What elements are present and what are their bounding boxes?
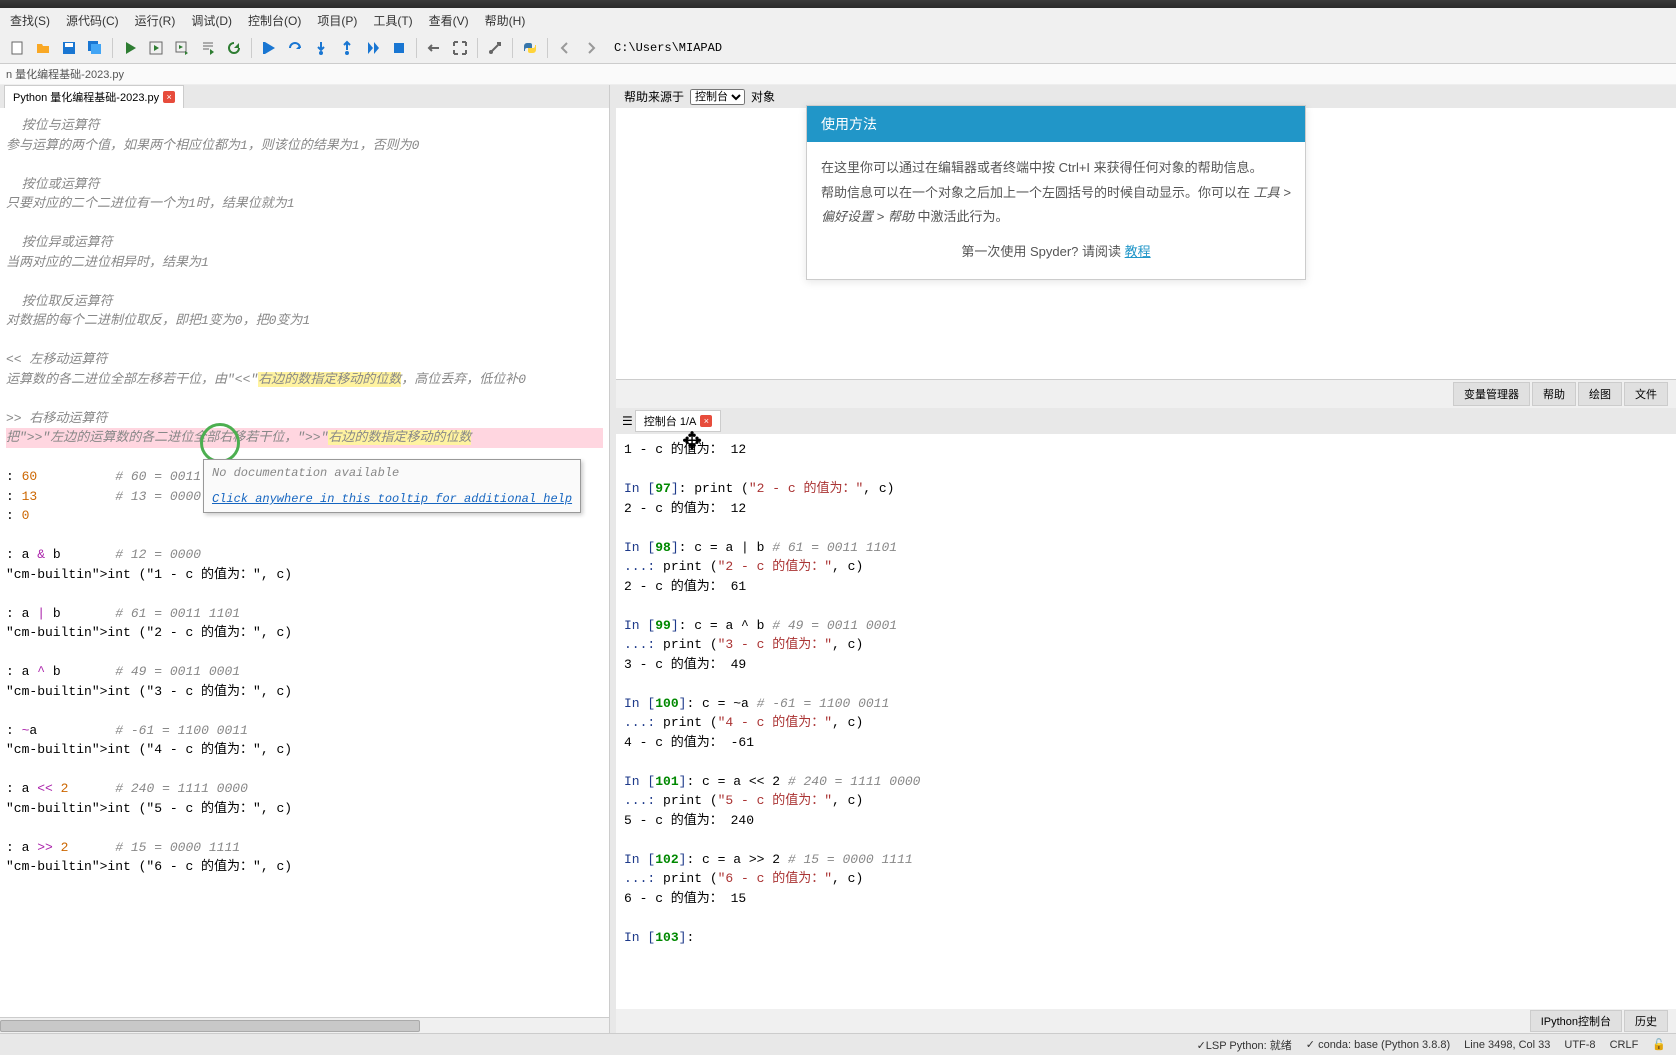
tab-label: Python 量化编程基础-2023.py [13,89,159,105]
editor-tab[interactable]: Python 量化编程基础-2023.py × [4,85,184,108]
menu-run[interactable]: 运行(R) [129,10,182,31]
status-rw-icon: 🔓 [1652,1038,1666,1051]
help-text-2: 帮助信息可以在一个对象之后加上一个左圆括号的时候自动显示。你可以在 工具 > 偏… [821,181,1291,230]
breadcrumb: n 量化编程基础-2023.py [0,64,1676,85]
new-file-icon[interactable] [6,37,28,59]
status-eol: CRLF [1610,1039,1639,1051]
close-icon[interactable]: × [163,91,175,103]
step-out-icon[interactable] [336,37,358,59]
tooltip-morehelp[interactable]: Click anywhere in this tooltip for addit… [212,490,572,508]
tutorial-link[interactable]: 教程 [1125,244,1151,259]
help-pane: 帮助来源于 控制台 对象 使用方法 在这里你可以通过在编辑器或者终端中按 Ctr… [616,85,1676,380]
open-folder-icon[interactable] [32,37,54,59]
status-encoding: UTF-8 [1564,1039,1595,1051]
forward-icon[interactable] [580,37,602,59]
status-lsp: ✓LSP Python: 就绪 [1197,1037,1292,1053]
help-card: 使用方法 在这里你可以通过在编辑器或者终端中按 Ctrl+I 来获得任何对象的帮… [806,105,1306,280]
statusbar: ✓LSP Python: 就绪 ✓ conda: base (Python 3.… [0,1033,1676,1055]
tab-variable-explorer[interactable]: 变量管理器 [1453,382,1530,406]
menu-help[interactable]: 帮助(H) [479,10,532,31]
help-source-dropdown[interactable]: 控制台 [690,89,745,105]
tab-history[interactable]: 历史 [1624,1010,1668,1032]
step-over-icon[interactable] [284,37,306,59]
status-position: Line 3498, Col 33 [1464,1039,1550,1051]
tab-plot[interactable]: 绘图 [1578,382,1622,406]
console-menu-icon[interactable]: ☰ [622,414,633,428]
tab-ipython[interactable]: IPython控制台 [1530,1010,1622,1032]
toolbar: C:\Users\MIAPAD [0,33,1676,64]
editor-pane: Python 量化编程基础-2023.py × 按位与运算符参与运算的两个值，如… [0,85,610,1033]
menu-tools[interactable]: 工具(T) [367,10,418,31]
ipython-console[interactable]: 1 - c 的值为： 12 In [97]: print ("2 - c 的值为… [616,434,1676,1009]
menubar: 查找(S) 源代码(C) 运行(R) 调试(D) 控制台(O) 项目(P) 工具… [0,8,1676,33]
doc-tooltip[interactable]: No documentation available Click anywher… [203,459,581,513]
horizontal-scrollbar[interactable] [0,1017,609,1033]
python-path-icon[interactable] [519,37,541,59]
menu-source[interactable]: 源代码(C) [60,10,125,31]
preferences-icon[interactable] [484,37,506,59]
console-bottom-tabs: IPython控制台 历史 [616,1009,1676,1033]
help-text-1: 在这里你可以通过在编辑器或者终端中按 Ctrl+I 来获得任何对象的帮助信息。 [821,156,1291,181]
run-icon[interactable] [119,37,141,59]
run-cell-advance-icon[interactable] [171,37,193,59]
tooltip-nodoc: No documentation available [212,464,572,482]
status-conda: ✓ conda: base (Python 3.8.8) [1306,1038,1450,1051]
right-pane: 帮助来源于 控制台 对象 使用方法 在这里你可以通过在编辑器或者终端中按 Ctr… [616,85,1676,1033]
menu-view[interactable]: 查看(V) [423,10,475,31]
console-tab-label: 控制台 1/A [644,413,697,429]
continue-icon[interactable] [362,37,384,59]
run-cell-icon[interactable] [145,37,167,59]
fullscreen-icon[interactable] [449,37,471,59]
run-selection-icon[interactable] [197,37,219,59]
tab-help[interactable]: 帮助 [1532,382,1576,406]
back-icon[interactable] [554,37,576,59]
menu-debug[interactable]: 调试(D) [185,10,238,31]
tab-files[interactable]: 文件 [1624,382,1668,406]
console-pane: ☰ 控制台 1/A × 1 - c 的值为： 12 In [97]: print… [616,408,1676,1033]
step-into-icon[interactable] [310,37,332,59]
menu-project[interactable]: 项目(P) [311,10,363,31]
stop-icon[interactable] [388,37,410,59]
code-editor[interactable]: 按位与运算符参与运算的两个值，如果两个相应位都为1，则该位的结果为1，否则为0 … [0,108,609,1017]
help-object-label: 对象 [751,88,775,105]
close-icon[interactable]: × [700,415,712,427]
console-tab[interactable]: 控制台 1/A × [635,410,722,432]
working-dir-path[interactable]: C:\Users\MIAPAD [614,41,722,55]
help-card-title: 使用方法 [807,106,1305,142]
debug-icon[interactable] [258,37,280,59]
rerun-icon[interactable] [223,37,245,59]
save-all-icon[interactable] [84,37,106,59]
right-tabs: 变量管理器 帮助 绘图 文件 [616,380,1676,408]
cursor-home-icon[interactable] [423,37,445,59]
menu-console[interactable]: 控制台(O) [242,10,307,31]
menu-find[interactable]: 查找(S) [4,10,56,31]
save-icon[interactable] [58,37,80,59]
help-text-3: 第一次使用 Spyder? 请阅读 教程 [821,240,1291,265]
help-source-label: 帮助来源于 [624,88,684,105]
